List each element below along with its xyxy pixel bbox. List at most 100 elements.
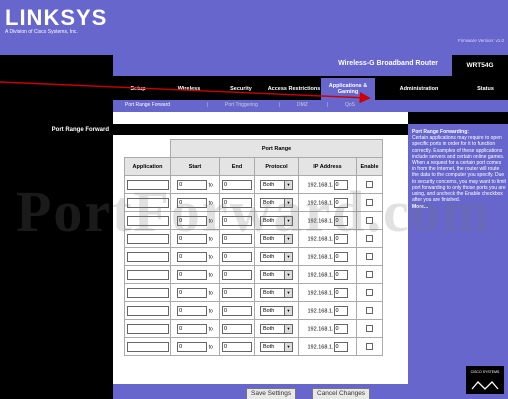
end-port-input[interactable]: 0 <box>222 251 252 262</box>
protocol-cell: Both ▼ <box>254 337 299 356</box>
chevron-down-icon: ▼ <box>284 288 292 297</box>
cancel-changes-button[interactable]: Cancel Changes <box>312 388 371 399</box>
end-port-input[interactable]: 0 <box>222 305 252 316</box>
protocol-value: Both <box>263 271 275 278</box>
protocol-select[interactable]: Both ▼ <box>260 269 293 280</box>
protocol-cell: Both ▼ <box>254 247 299 266</box>
to-label: to <box>208 325 213 332</box>
col-header-start: Start <box>170 157 220 176</box>
start-port-input[interactable]: 0 <box>177 305 208 316</box>
enable-cell <box>356 247 383 266</box>
tab-security[interactable]: Security <box>215 78 267 100</box>
protocol-select[interactable]: Both ▼ <box>260 251 293 262</box>
subtab-port-range-forward[interactable]: Port Range Forward <box>125 102 170 108</box>
ip-cell: 192.168.1. 0 <box>298 265 357 284</box>
start-port-input[interactable]: 0 <box>177 269 208 280</box>
ip-cell: 192.168.1. 0 <box>298 283 357 302</box>
chevron-down-icon: ▼ <box>284 270 292 279</box>
application-input[interactable] <box>126 341 169 352</box>
table-row: 0 to 0 Both ▼ 192.168.1. 0 <box>124 283 384 302</box>
enable-checkbox[interactable] <box>366 325 373 332</box>
table-row: 0 to 0 Both ▼ 192.168.1. 0 <box>124 319 384 338</box>
logo-subtitle: A Division of Cisco Systems, Inc. <box>5 29 78 35</box>
end-port-input[interactable]: 0 <box>222 341 252 352</box>
protocol-select[interactable]: Both ▼ <box>260 305 293 316</box>
to-label: to <box>208 253 213 260</box>
ip-prefix: 192.168.1. <box>307 289 334 296</box>
col-header-end: End <box>219 157 255 176</box>
watermark: PortForward.com <box>15 179 493 244</box>
enable-checkbox[interactable] <box>366 253 373 260</box>
tab-setup[interactable]: Setup <box>113 78 163 100</box>
port-range-table: Port Range Application Start End Protoco… <box>124 139 384 356</box>
subnav-separator: | <box>327 102 329 108</box>
enable-cell <box>356 301 383 320</box>
subtab-port-triggering[interactable]: Port Triggering <box>225 102 258 108</box>
tab-administration[interactable]: Administration <box>375 78 463 100</box>
tab-access-restrictions[interactable]: Access Restrictions <box>267 78 321 100</box>
enable-cell <box>356 337 383 356</box>
table-row: 0 to 0 Both ▼ 192.168.1. 0 <box>124 301 384 320</box>
end-port-input[interactable]: 0 <box>222 323 252 334</box>
application-input[interactable] <box>126 287 169 298</box>
application-cell <box>124 265 171 284</box>
end-port-input[interactable]: 0 <box>222 269 252 280</box>
enable-checkbox[interactable] <box>366 271 373 278</box>
enable-cell <box>356 283 383 302</box>
table-row: 0 to 0 Both ▼ 192.168.1. 0 <box>124 247 384 266</box>
ip-last-octet-input[interactable]: 0 <box>333 251 348 262</box>
application-input[interactable] <box>126 305 169 316</box>
to-label: to <box>208 343 213 350</box>
start-port-input[interactable]: 0 <box>177 323 208 334</box>
ip-last-octet-input[interactable]: 0 <box>333 287 348 298</box>
ip-prefix: 192.168.1. <box>307 307 334 314</box>
subtab-dmz[interactable]: DMZ <box>297 102 308 108</box>
col-header-ip-address: IP Address <box>298 157 357 176</box>
application-input[interactable] <box>126 251 169 262</box>
left-section-label: Port Range Forward <box>51 127 109 133</box>
end-cell: 0 <box>219 337 255 356</box>
enable-cell <box>356 319 383 338</box>
content-spacer <box>113 112 408 124</box>
tab-wireless[interactable]: Wireless <box>163 78 215 100</box>
ip-last-octet-input[interactable]: 0 <box>333 305 348 316</box>
application-input[interactable] <box>126 269 169 280</box>
tab-status[interactable]: Status <box>463 78 508 100</box>
end-port-input[interactable]: 0 <box>222 287 252 298</box>
start-port-input[interactable]: 0 <box>177 251 208 262</box>
enable-checkbox[interactable] <box>366 289 373 296</box>
protocol-select[interactable]: Both ▼ <box>260 287 293 298</box>
left-column: Port Range Forward <box>0 124 113 399</box>
tab-applications-gaming[interactable]: Applications & Gaming <box>321 78 375 100</box>
table-corner <box>382 139 384 158</box>
sub-nav: Port Range Forward | Port Triggering | D… <box>113 100 508 112</box>
start-port-input[interactable]: 0 <box>177 341 208 352</box>
protocol-cell: Both ▼ <box>254 265 299 284</box>
ip-last-octet-input[interactable]: 0 <box>333 269 348 280</box>
subtab-qos[interactable]: QoS <box>345 102 355 108</box>
application-input[interactable] <box>126 323 169 334</box>
help-panel: Port Range Forwarding: Certain applicati… <box>408 124 508 399</box>
subnav-separator: | <box>279 102 281 108</box>
cisco-label: CISCO SYSTEMS <box>470 370 500 374</box>
enable-checkbox[interactable] <box>366 343 373 350</box>
ip-cell: 192.168.1. 0 <box>298 319 357 338</box>
protocol-value: Both <box>263 253 275 260</box>
enable-checkbox[interactable] <box>366 307 373 314</box>
protocol-select[interactable]: Both ▼ <box>260 323 293 334</box>
protocol-select[interactable]: Both ▼ <box>260 341 293 352</box>
port-range-group-header: Port Range <box>170 139 383 158</box>
firmware-version: Firmware Version: v1.0 <box>457 38 504 43</box>
save-settings-button[interactable]: Save Settings <box>246 388 297 399</box>
col-header-application: Application <box>124 157 171 176</box>
protocol-cell: Both ▼ <box>254 319 299 338</box>
ip-last-octet-input[interactable]: 0 <box>333 341 348 352</box>
start-port-input[interactable]: 0 <box>177 287 208 298</box>
ip-last-octet-input[interactable]: 0 <box>333 323 348 334</box>
end-cell: 0 <box>219 265 255 284</box>
ip-cell: 192.168.1. 0 <box>298 247 357 266</box>
table-row: 0 to 0 Both ▼ 192.168.1. 0 <box>124 265 384 284</box>
ip-cell: 192.168.1. 0 <box>298 337 357 356</box>
model-number: WRT54G <box>452 55 508 76</box>
application-cell <box>124 283 171 302</box>
